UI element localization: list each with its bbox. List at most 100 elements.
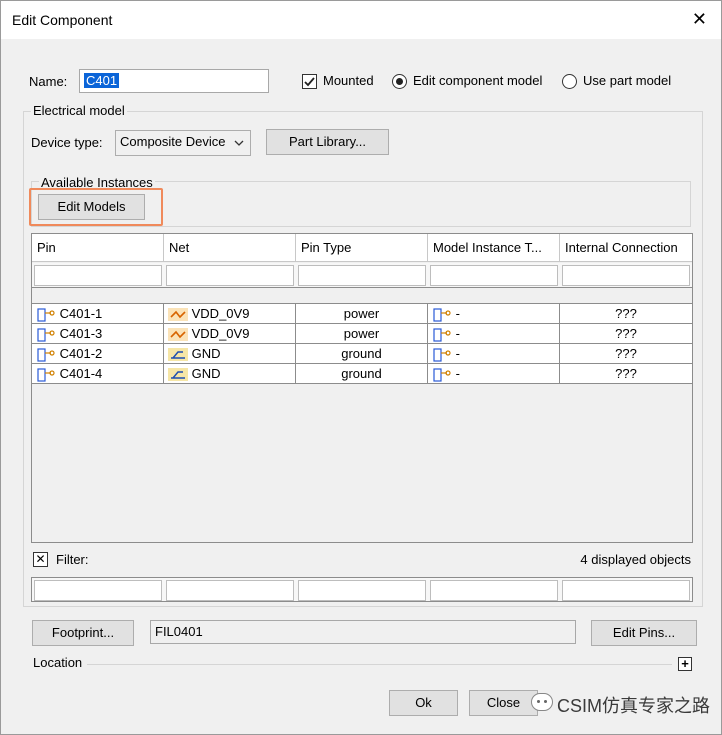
- table-header-row: Pin Net Pin Type Model Instance T... Int…: [32, 234, 692, 262]
- watermark-text: CSIM仿真专家之路: [557, 696, 710, 716]
- column-header-internal-connection[interactable]: Internal Connection: [560, 234, 692, 262]
- power-net-icon: [168, 308, 188, 322]
- net-cell: GND: [164, 344, 296, 363]
- ground-net-icon: [168, 368, 188, 382]
- chevron-down-icon: [234, 140, 244, 146]
- table-row[interactable]: C401-2 GND ground - ???: [32, 343, 692, 363]
- internal-connection-cell: ???: [615, 366, 637, 381]
- model-instance-value: -: [455, 306, 460, 321]
- pin-type-cell: ground: [296, 344, 428, 363]
- device-type-label: Device type:: [31, 135, 103, 150]
- edit-component-dialog: Edit Component ✕ Name: C401 Mounted Edit…: [0, 0, 722, 735]
- pin-type-cell: ground: [296, 364, 428, 383]
- pin-cell: C401-1: [32, 304, 164, 323]
- highlight-box: [29, 188, 163, 226]
- pin-type-cell: power: [296, 324, 428, 343]
- net-cell: VDD_0V9: [164, 324, 296, 343]
- pin-icon: [433, 307, 451, 322]
- use-part-model-radio[interactable]: [562, 74, 577, 89]
- edit-component-model-label: Edit component model: [413, 73, 543, 88]
- device-type-select[interactable]: Composite Device: [115, 130, 251, 156]
- displayed-count: 4 displayed objects: [580, 552, 691, 567]
- column-header-net[interactable]: Net: [164, 234, 296, 262]
- edit-pins-button[interactable]: Edit Pins...: [591, 620, 697, 646]
- name-value: C401: [84, 73, 120, 88]
- model-instance-cell: -: [428, 324, 560, 343]
- net-name: VDD_0V9: [191, 326, 250, 341]
- close-icon[interactable]: ✕: [692, 9, 707, 29]
- pin-icon: [433, 327, 451, 342]
- model-instance-value: -: [455, 326, 460, 341]
- bottom-filter-input[interactable]: [430, 580, 558, 601]
- column-header-pin-type[interactable]: Pin Type: [296, 234, 428, 262]
- pin-type-cell: power: [296, 304, 428, 323]
- mounted-label: Mounted: [323, 73, 374, 88]
- bottom-filter-row: [31, 577, 693, 602]
- bottom-filter-input[interactable]: [34, 580, 162, 601]
- pin-icon: [37, 307, 55, 322]
- net-cell: GND: [164, 364, 296, 383]
- pin-icon: [433, 367, 451, 382]
- location-expand-icon[interactable]: +: [678, 657, 692, 671]
- ok-button[interactable]: Ok: [389, 690, 458, 716]
- table-row[interactable]: C401-4 GND ground - ???: [32, 363, 692, 384]
- bottom-filter-input[interactable]: [166, 580, 294, 601]
- pin-cell: C401-4: [32, 364, 164, 383]
- checkmark-icon: [304, 77, 315, 87]
- part-library-button[interactable]: Part Library...: [266, 129, 389, 155]
- model-instance-value: -: [455, 346, 460, 361]
- pin-icon: [37, 347, 55, 362]
- pin-cell: C401-3: [32, 324, 164, 343]
- name-label: Name:: [29, 74, 68, 89]
- pin-cell: C401-2: [32, 344, 164, 363]
- filter-input-net[interactable]: [166, 265, 294, 286]
- model-instance-value: -: [455, 366, 460, 381]
- electrical-model-title: Electrical model: [31, 103, 127, 118]
- filter-checkbox[interactable]: ✕: [33, 552, 48, 567]
- filter-label: Filter:: [56, 552, 89, 567]
- pin-name: C401-3: [59, 326, 103, 341]
- close-button[interactable]: Close: [469, 690, 538, 716]
- column-filter-row: [32, 263, 692, 288]
- pin-name: C401-4: [59, 366, 103, 381]
- footprint-button[interactable]: Footprint...: [32, 620, 134, 646]
- table-row[interactable]: C401-1 VDD_0V9 power - ???: [32, 303, 692, 323]
- filter-input-pin[interactable]: [34, 265, 162, 286]
- pin-name: C401-2: [59, 346, 103, 361]
- pin-icon: [37, 327, 55, 342]
- pin-icon: [37, 367, 55, 382]
- model-instance-cell: -: [428, 344, 560, 363]
- internal-connection-cell: ???: [615, 346, 637, 361]
- filter-input-pin-type[interactable]: [298, 265, 426, 286]
- model-instance-cell: -: [428, 304, 560, 323]
- net-cell: VDD_0V9: [164, 304, 296, 323]
- model-instance-cell: -: [428, 364, 560, 383]
- bottom-filter-input[interactable]: [562, 580, 690, 601]
- power-net-icon: [168, 328, 188, 342]
- net-name: GND: [191, 366, 221, 381]
- mounted-checkbox[interactable]: [302, 74, 317, 89]
- filter-input-model-instance[interactable]: [430, 265, 558, 286]
- ground-net-icon: [168, 348, 188, 362]
- pin-table: Pin Net Pin Type Model Instance T... Int…: [31, 233, 693, 543]
- wechat-logo-icon: [531, 693, 553, 711]
- net-name: VDD_0V9: [191, 306, 250, 321]
- location-divider: [87, 664, 672, 665]
- internal-connection-cell: ???: [615, 306, 637, 321]
- net-name: GND: [191, 346, 221, 361]
- device-type-value: Composite Device: [120, 134, 226, 149]
- column-header-model-instance[interactable]: Model Instance T...: [428, 234, 560, 262]
- column-header-pin[interactable]: Pin: [32, 234, 164, 262]
- table-row[interactable]: C401-3 VDD_0V9 power - ???: [32, 323, 692, 343]
- internal-connection-cell: ???: [615, 326, 637, 341]
- pin-icon: [433, 347, 451, 362]
- filter-input-internal-connection[interactable]: [562, 265, 690, 286]
- window-title: Edit Component: [12, 12, 113, 28]
- bottom-filter-input[interactable]: [298, 580, 426, 601]
- pin-name: C401-1: [59, 306, 103, 321]
- location-label: Location: [33, 655, 83, 670]
- name-field[interactable]: C401: [79, 69, 269, 93]
- edit-component-model-radio[interactable]: [392, 74, 407, 89]
- footprint-field[interactable]: FIL0401: [150, 620, 576, 644]
- title-bar: Edit Component ✕: [1, 1, 721, 39]
